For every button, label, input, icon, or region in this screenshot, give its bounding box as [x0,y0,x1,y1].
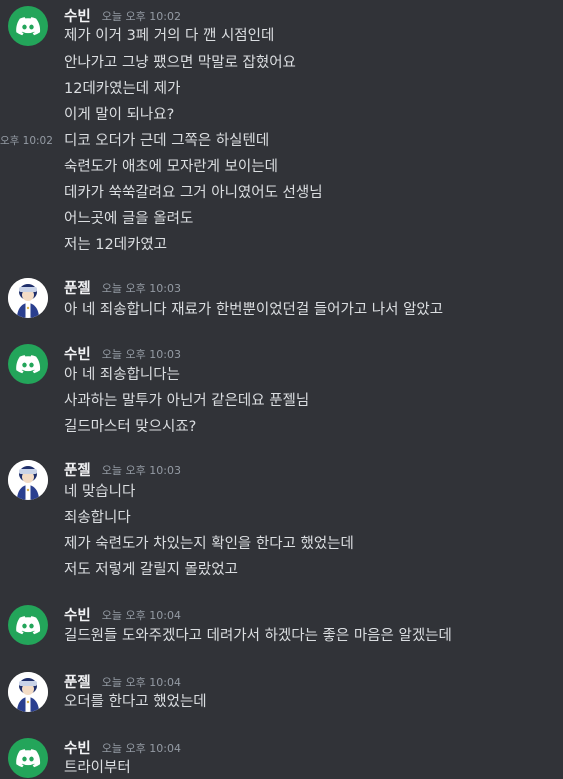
message-line: 아 네 죄송합니다 재료가 한번뿐이었던걸 들어가고 나서 알았고 [64,302,444,318]
message-line: 죄송합니다 [64,510,131,526]
message-line: 사과하는 말투가 아닌거 같은데요 푼젤님 [64,393,310,409]
message-group: 수빈 오늘 오후 10:04 길드원들 도와주겠다고 데려가서 하겠다는 좋은 … [0,605,563,651]
discord-logo-icon [16,616,41,635]
hover-timestamp: 오후 10:02 [0,135,53,147]
username[interactable]: 푼젤 [64,461,91,481]
username[interactable]: 수빈 [64,345,91,365]
username[interactable]: 수빈 [64,7,91,27]
message-group: 푼젤 오늘 오후 10:04 오더를 한다고 했었는데 [0,672,563,718]
username[interactable]: 푼젤 [64,279,91,299]
discord-logo-icon [16,749,41,768]
avatar[interactable] [8,278,48,318]
message-header: 수빈 오늘 오후 10:04 [64,605,181,625]
timestamp: 오늘 오후 10:03 [101,463,181,477]
message-line: 12데카였는데 제가 [64,81,181,97]
message-line: 이게 말이 되나요? [64,107,175,123]
timestamp: 오늘 오후 10:04 [101,608,181,622]
timestamp: 오늘 오후 10:04 [101,675,181,689]
message-line: 길드원들 도와주겠다고 데려가서 하겠다는 좋은 마음은 알겠는데 [64,628,452,644]
message-line: 제가 이거 3페 거의 다 깬 시점인데 [64,28,275,44]
message-line: 데카가 쑥쑥갈려요 그거 아니였어도 선생님 [64,185,323,201]
message-line: 제가 숙련도가 차있는지 확인을 한다고 했었는데 [64,536,354,552]
message-line: 숙련도가 애초에 모자란게 보이는데 [64,159,278,175]
message-line: 디코 오더가 근데 그쪽은 하실텐데 [64,133,270,149]
avatar[interactable] [8,738,48,778]
message-line: 저는 12데카였고 [64,237,168,253]
username[interactable]: 수빈 [64,606,91,626]
message-group: 푼젤 오늘 오후 10:03 네 맞습니다 죄송합니다 제가 숙련도가 차있는지… [0,460,563,584]
message-header: 푼젤 오늘 오후 10:03 [64,278,181,298]
avatar[interactable] [8,605,48,645]
avatar[interactable] [8,460,48,500]
timestamp: 오늘 오후 10:04 [101,741,181,755]
message-line: 아 네 죄송합니다는 [64,367,180,383]
discord-logo-icon [16,17,41,36]
timestamp: 오늘 오후 10:03 [101,347,181,361]
avatar[interactable] [8,344,48,384]
timestamp: 오늘 오후 10:03 [101,281,181,295]
message-header: 푼젤 오늘 오후 10:04 [64,672,181,692]
message-line: 트라이부터 [64,760,131,776]
discord-logo-icon [16,355,41,374]
message-line: 오더를 한다고 했었는데 [64,694,207,710]
message-header: 수빈 오늘 오후 10:04 [64,738,181,758]
message-line: 어느곳에 글을 올려도 [64,211,194,227]
timestamp: 오늘 오후 10:02 [101,9,181,23]
username[interactable]: 수빈 [64,739,91,759]
message-group: 푼젤 오늘 오후 10:03 아 네 죄송합니다 재료가 한번뿐이었던걸 들어가… [0,278,563,326]
avatar[interactable] [8,672,48,712]
message-line: 길드마스터 맞으시죠? [64,419,197,435]
message-group: 수빈 오늘 오후 10:04 트라이부터 [0,738,563,779]
message-header: 수빈 오늘 오후 10:03 [64,344,181,364]
message-line: 저도 저렇게 갈릴지 몰랐었고 [64,562,238,578]
username[interactable]: 푼젤 [64,673,91,693]
message-header: 수빈 오늘 오후 10:02 [64,6,181,26]
message-header: 푼젤 오늘 오후 10:03 [64,460,181,480]
message-group: 수빈 오늘 오후 10:03 아 네 죄송합니다는 사과하는 말투가 아닌거 같… [0,344,563,440]
character-portrait-icon [8,460,48,500]
message-group: 수빈 오늘 오후 10:02 제가 이거 3페 거의 다 깬 시점인데 안나가고… [0,6,563,258]
character-portrait-icon [8,672,48,712]
avatar[interactable] [8,6,48,46]
character-portrait-icon [8,278,48,318]
message-line: 안나가고 그냥 팼으면 막말로 잡혔어요 [64,55,296,71]
message-line: 네 맞습니다 [64,484,136,500]
